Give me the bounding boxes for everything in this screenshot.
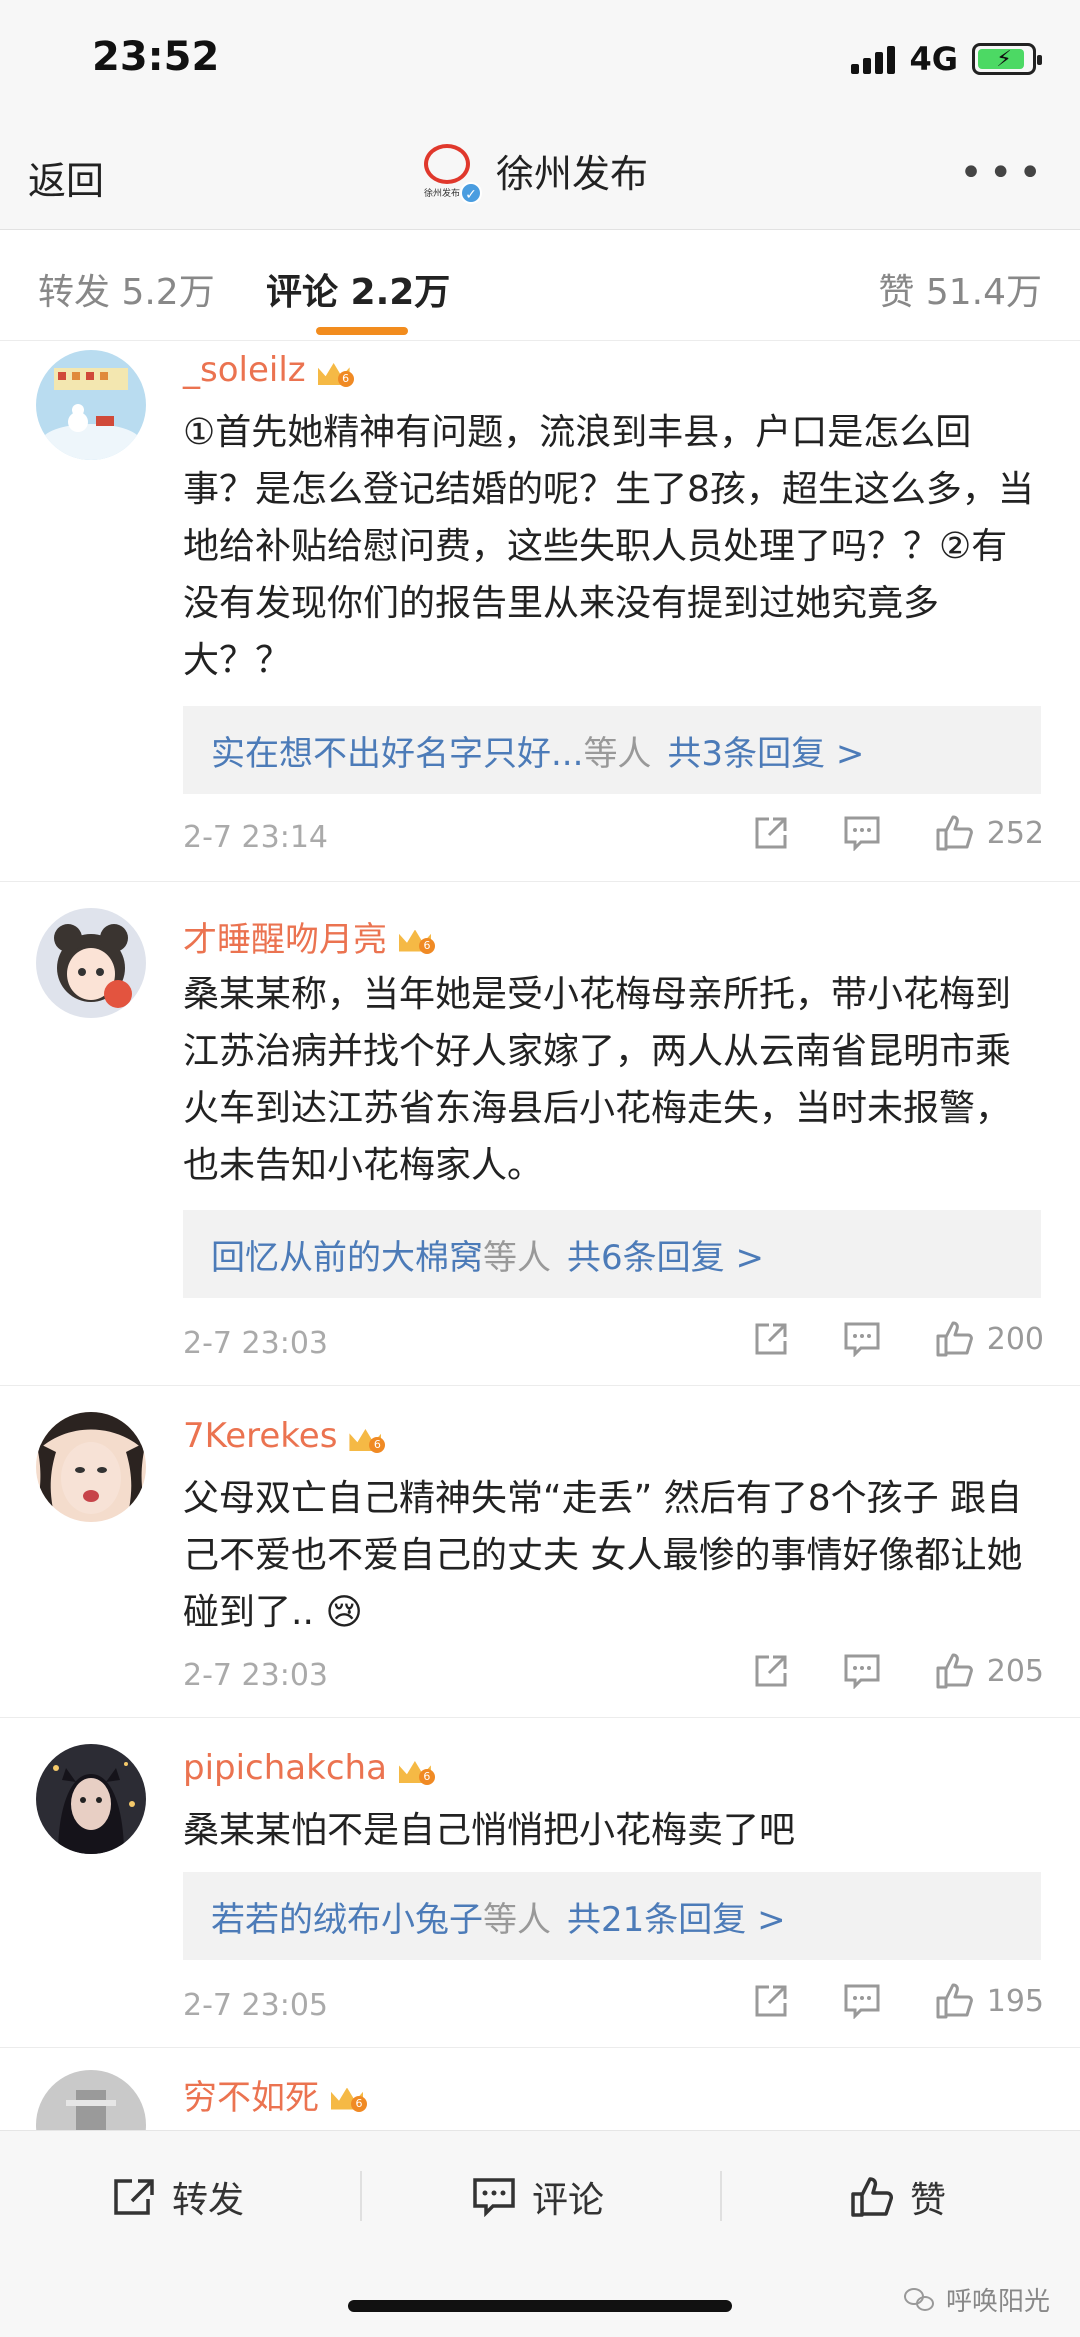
vip-crown-icon: 6 [329, 2080, 367, 2112]
like-count: 195 [986, 1983, 1044, 2019]
status-bar: 23:52 4G ⚡ [0, 0, 1080, 120]
comment-time: 2-7 23:05 [183, 1988, 328, 2023]
divider [720, 2171, 722, 2221]
divider [360, 2171, 362, 2221]
tab-comments[interactable]: 评论 2.2万 [266, 263, 450, 315]
username[interactable]: _soleilz 6 [183, 350, 354, 390]
comment-icon[interactable] [843, 1321, 881, 1357]
network-type: 4G [909, 40, 958, 78]
vip-crown-icon: 6 [347, 1421, 386, 1453]
comment-icon[interactable] [843, 1983, 881, 2019]
comment-text: ①首先她精神有问题，流浪到丰县，户口是怎么回事？是怎么登记结婚的呢？生了8孩，超… [183, 412, 1034, 681]
comment-time: 2-7 23:03 [183, 1326, 328, 1361]
comment-text: 桑某某称，当年她是受小花梅母亲所托，带小花梅到江苏治病并找个好人家嫁了，两人从云… [183, 974, 1012, 1186]
comment-icon [473, 2178, 515, 2217]
comment-icon[interactable] [843, 815, 881, 851]
comment-button[interactable]: 评论 [472, 2171, 604, 2223]
like-icon[interactable] [935, 1320, 975, 1358]
comment-actions: 205 [753, 1652, 1044, 1690]
nav-account[interactable]: 徐州发布 ✓ 徐州发布 [420, 142, 649, 204]
share-icon[interactable] [753, 1983, 789, 2019]
comment-actions: 195 [753, 1982, 1044, 2020]
status-indicators: 4G ⚡ [851, 40, 1042, 78]
avatar[interactable] [36, 908, 146, 1018]
like-count: 252 [986, 815, 1044, 851]
account-logo: 徐州发布 ✓ [420, 142, 482, 204]
like-count: 205 [986, 1653, 1044, 1689]
comment-item: 才睡醒吻月亮 6 桑某某称，当年她是受小花梅母亲所托，带小花梅到江苏治病并找个好… [0, 882, 1080, 1386]
avatar[interactable] [36, 1412, 146, 1522]
like-button[interactable]: 赞 [850, 2171, 946, 2223]
more-button[interactable]: ••• [959, 150, 1048, 196]
comment-text: 父母双亡自己精神失常“走丢” 然后有了8个孩子 跟自己不爱也不爱自己的丈夫 女人… [183, 1478, 1023, 1633]
reply-summary[interactable]: 若若的绒布小兔子等人 共21条回复 > [183, 1872, 1041, 1960]
comment-item: 穷不如死 6 [0, 2048, 1080, 2130]
avatar[interactable] [36, 2070, 146, 2130]
like-count: 200 [986, 1321, 1044, 1357]
username[interactable]: 穷不如死 6 [183, 2070, 367, 2119]
like-icon[interactable] [935, 814, 975, 852]
share-icon[interactable] [753, 815, 789, 851]
tab-likes[interactable]: 赞 51.4万 [878, 263, 1042, 315]
comment-actions: 252 [753, 814, 1044, 852]
share-icon[interactable] [753, 1321, 789, 1357]
wechat-icon [903, 2286, 938, 2314]
home-indicator[interactable] [348, 2300, 732, 2312]
username[interactable]: pipichakcha 6 [183, 1748, 435, 1788]
repost-icon [114, 2179, 154, 2215]
watermark: 呼唤阳光 [903, 2281, 1050, 2318]
comment-item: _soleilz 6 ①首先她精神有问题，流浪到丰县，户口是怎么回事？是怎么登记… [0, 344, 1080, 882]
comment-time: 2-7 23:03 [183, 1658, 328, 1693]
tab-indicator [316, 327, 408, 335]
comment-actions: 200 [753, 1320, 1044, 1358]
verified-icon: ✓ [460, 182, 482, 204]
share-icon[interactable] [753, 1653, 789, 1689]
reply-summary[interactable]: 回忆从前的大棉窝等人 共6条回复 > [183, 1210, 1041, 1298]
comment-item: 7Kerekes 6 父母双亡自己精神失常“走丢” 然后有了8个孩子 跟自己不爱… [0, 1386, 1080, 1718]
battery-icon: ⚡ [972, 43, 1042, 75]
vip-crown-icon: 6 [316, 355, 354, 387]
vip-crown-icon: 6 [397, 922, 435, 954]
status-time: 23:52 [92, 34, 220, 80]
comment-text: 桑某某怕不是自己悄悄把小花梅卖了吧 [183, 1810, 796, 1851]
like-icon[interactable] [935, 1652, 975, 1690]
signal-icon [851, 44, 896, 74]
like-icon [851, 2177, 893, 2217]
comment-icon[interactable] [843, 1653, 881, 1689]
comment-item: pipichakcha 6 桑某某怕不是自己悄悄把小花梅卖了吧 若若的绒布小兔子… [0, 1718, 1080, 2048]
nav-title: 徐州发布 [496, 151, 649, 196]
back-button[interactable]: 返回 [28, 150, 104, 205]
logo-text: 徐州发布 [424, 189, 461, 199]
nav-bar: 返回 徐州发布 ✓ 徐州发布 ••• [0, 120, 1080, 230]
tab-repost[interactable]: 转发 5.2万 [38, 263, 215, 315]
avatar[interactable] [36, 350, 146, 460]
comment-time: 2-7 23:14 [183, 820, 328, 855]
username[interactable]: 才睡醒吻月亮 6 [183, 912, 435, 961]
avatar[interactable] [36, 1744, 146, 1854]
like-icon[interactable] [935, 1982, 975, 2020]
repost-button[interactable]: 转发 [112, 2171, 244, 2223]
tab-bar: 转发 5.2万 评论 2.2万 赞 51.4万 [0, 231, 1080, 341]
vip-crown-icon: 6 [397, 1753, 435, 1785]
username[interactable]: 7Kerekes 6 [183, 1416, 386, 1456]
reply-summary[interactable]: 实在想不出好名字只好...等人 共3条回复 > [183, 706, 1041, 794]
